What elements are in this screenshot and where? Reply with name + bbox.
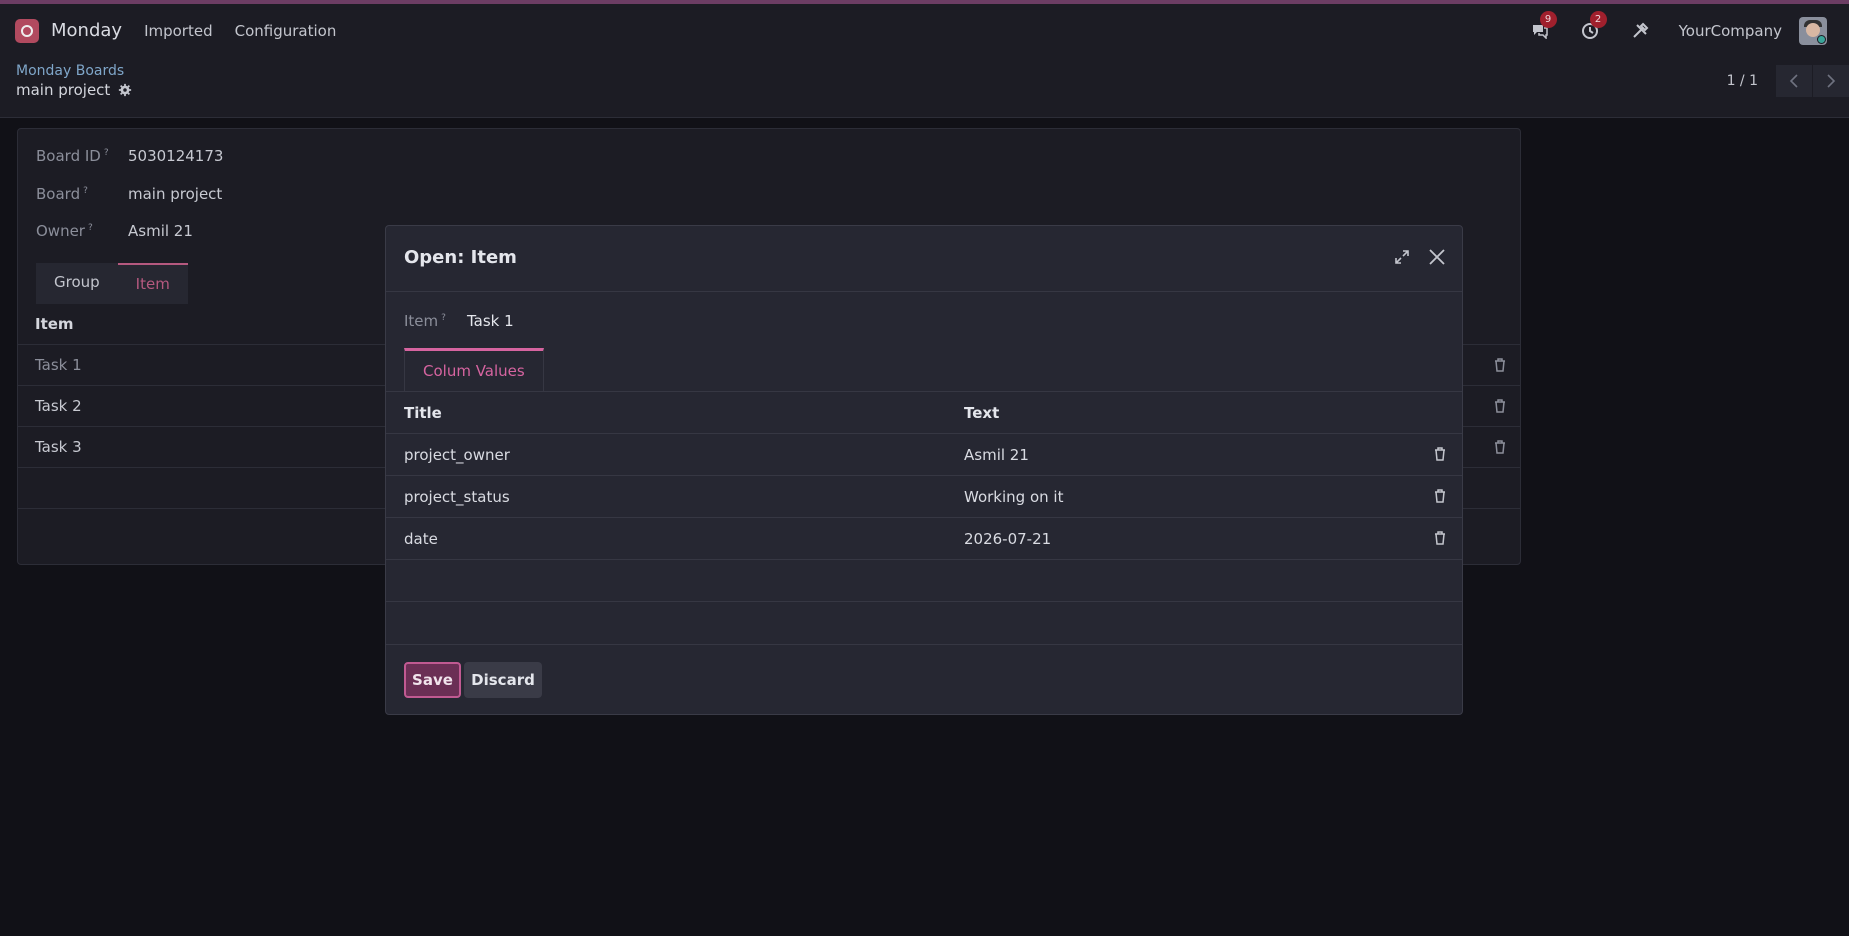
cell-text[interactable]: 2026-07-21 [964, 530, 1051, 548]
dialog-header: Open: Item [386, 226, 1462, 292]
table-row-empty [386, 560, 1462, 602]
trash-icon[interactable] [1434, 531, 1446, 549]
pager-next-button[interactable] [1813, 65, 1849, 97]
trash-icon[interactable] [1494, 358, 1506, 376]
trash-icon[interactable] [1434, 489, 1446, 507]
row-label: Task 3 [35, 438, 82, 456]
dialog-tabs: Colum Values [404, 348, 544, 391]
table-header: Title Text [386, 392, 1462, 434]
field-owner: Owner? Asmil 21 [36, 222, 193, 240]
record-title-text: main project [16, 81, 111, 99]
pager: 1 / 1 [1727, 65, 1849, 97]
cell-title[interactable]: date [404, 530, 438, 548]
table-row-empty [386, 602, 1462, 644]
tab-colum-values[interactable]: Colum Values [404, 348, 544, 391]
dialog-footer-divider [386, 644, 1462, 645]
trash-icon[interactable] [1494, 440, 1506, 458]
field-label-owner: Owner [36, 222, 85, 240]
trash-icon[interactable] [1494, 399, 1506, 417]
column-values-table: Title Text project_owner Asmil 21 projec… [386, 391, 1462, 644]
dialog-field-item: Item? Task 1 [404, 312, 514, 330]
column-header-text[interactable]: Text [964, 404, 999, 422]
field-board-id: Board ID? 5030124173 [36, 147, 223, 165]
activities-icon[interactable]: 2 [1579, 10, 1607, 42]
field-value-board[interactable]: main project [128, 185, 222, 203]
cell-text[interactable]: Working on it [964, 488, 1063, 506]
company-switcher[interactable]: YourCompany [1679, 22, 1782, 40]
trash-icon[interactable] [1434, 447, 1446, 465]
column-header-item[interactable]: Item [35, 315, 74, 333]
help-icon[interactable]: ? [104, 148, 109, 158]
field-label-board-id: Board ID [36, 147, 101, 165]
tab-group[interactable]: Group [36, 263, 118, 304]
cell-title[interactable]: project_status [404, 488, 510, 506]
save-button[interactable]: Save [404, 662, 461, 698]
user-avatar[interactable] [1799, 16, 1827, 45]
sheet-tabs: Group Item [36, 263, 188, 304]
field-board: Board? main project [36, 185, 222, 203]
status-dot-icon [1817, 34, 1826, 44]
table-row[interactable]: project_owner Asmil 21 [386, 434, 1462, 476]
control-panel: Monday Boards main project 1 / 1 [0, 57, 1849, 118]
gear-icon[interactable] [118, 83, 132, 97]
field-value-owner[interactable]: Asmil 21 [128, 222, 193, 240]
discard-button[interactable]: Discard [464, 662, 542, 698]
chevron-left-icon [1789, 74, 1798, 88]
table-row[interactable]: date 2026-07-21 [386, 518, 1462, 560]
dialog-field-value[interactable]: Task 1 [467, 312, 514, 330]
app-name[interactable]: Monday [51, 20, 122, 41]
dialog-title: Open: Item [404, 247, 517, 268]
activities-badge: 2 [1589, 10, 1607, 28]
cell-text[interactable]: Asmil 21 [964, 446, 1029, 464]
cell-title[interactable]: project_owner [404, 446, 510, 464]
menu-configuration[interactable]: Configuration [235, 22, 337, 40]
record-title: main project [16, 81, 132, 99]
field-value-board-id[interactable]: 5030124173 [128, 147, 223, 165]
navbar: Monday Imported Configuration 9 2 YourCo… [0, 0, 1849, 57]
pager-previous-button[interactable] [1776, 65, 1812, 97]
breadcrumb-monday-boards[interactable]: Monday Boards [16, 63, 124, 79]
chevron-right-icon [1827, 74, 1836, 88]
menu-imported[interactable]: Imported [144, 22, 213, 40]
column-header-title[interactable]: Title [404, 404, 442, 422]
tools-icon[interactable] [1629, 20, 1651, 42]
expand-icon[interactable] [1394, 249, 1410, 265]
messages-icon[interactable]: 9 [1529, 10, 1557, 42]
tab-item[interactable]: Item [117, 263, 188, 304]
messages-badge: 9 [1539, 10, 1557, 28]
help-icon[interactable]: ? [441, 313, 446, 323]
item-dialog: Open: Item Item? Task 1 Colum Values Tit… [385, 225, 1463, 715]
table-row[interactable]: project_status Working on it [386, 476, 1462, 518]
help-icon[interactable]: ? [88, 223, 93, 233]
help-icon[interactable]: ? [83, 186, 88, 196]
close-icon[interactable] [1427, 247, 1447, 267]
row-label: Task 2 [35, 397, 82, 415]
app-logo-icon[interactable] [15, 18, 39, 43]
dialog-field-label: Item [404, 312, 439, 330]
pager-value[interactable]: 1 / 1 [1727, 73, 1758, 89]
field-label-board: Board [36, 185, 81, 203]
row-label: Task 1 [35, 356, 82, 374]
